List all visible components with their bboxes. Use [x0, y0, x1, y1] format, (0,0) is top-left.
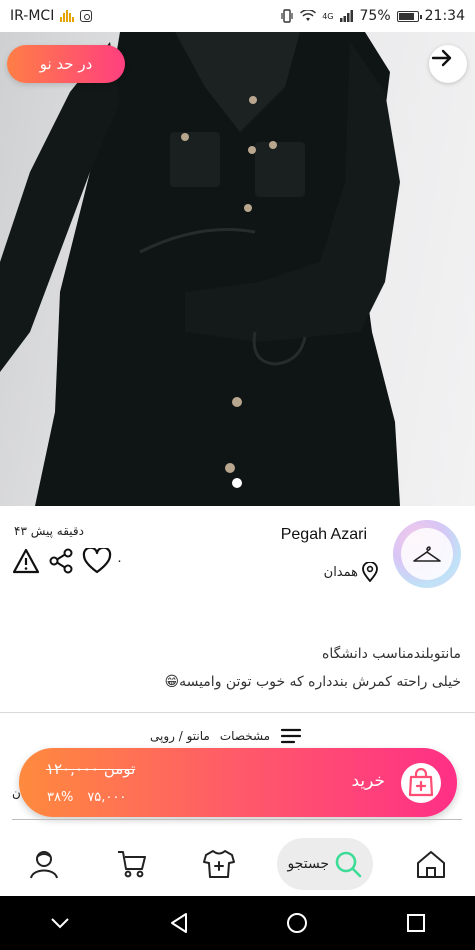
- price-row: ۳۸% ۷۵,۰۰۰: [47, 790, 126, 805]
- shopping-bag-icon: [408, 768, 434, 797]
- carrier-label: IR-MCI: [10, 8, 55, 24]
- action-row: ۰: [12, 548, 123, 574]
- specs-value: مانتو / روپی: [150, 729, 210, 743]
- discount-percent: ۳۸%: [47, 790, 74, 805]
- buy-button[interactable]: [401, 763, 441, 803]
- product-description: مانتوبلندمناسب دانشگاه خیلی راحته کمرش ب…: [164, 640, 461, 696]
- like-count: ۰: [116, 553, 123, 569]
- cart-icon: [117, 851, 146, 878]
- status-bar: IR-MCI 4G 75% 21:34: [0, 0, 475, 32]
- buy-button-label[interactable]: خرید: [351, 771, 385, 791]
- seller-name[interactable]: Pegah Azari: [281, 526, 367, 544]
- divider: [0, 712, 475, 713]
- wifi-icon: [300, 10, 317, 21]
- share-icon[interactable]: [48, 548, 74, 574]
- signal-icon: [339, 10, 353, 22]
- nav-add-item[interactable]: [189, 837, 249, 891]
- list-icon: [281, 728, 302, 744]
- posted-time: ۴۳ دقیقه پیش: [14, 524, 84, 538]
- coat-image: [0, 32, 400, 506]
- product-photo[interactable]: در حد نو: [0, 32, 475, 506]
- chevron-down-icon[interactable]: [48, 915, 72, 931]
- bottom-nav: جستجو: [0, 832, 475, 896]
- nav-cart[interactable]: [102, 837, 162, 891]
- condition-tag: در حد نو: [7, 45, 125, 83]
- seller-section: ۴۳ دقیقه پیش ۰ Pegah Azari همدان: [0, 506, 475, 602]
- podcast-icon: [60, 10, 75, 22]
- nav-search[interactable]: جستجو: [277, 838, 374, 890]
- search-icon: [335, 851, 362, 878]
- divider: [12, 819, 462, 820]
- home-circle-icon[interactable]: [285, 911, 309, 935]
- recents-icon[interactable]: [405, 912, 427, 934]
- carousel-indicator: [232, 478, 242, 488]
- nav-home[interactable]: [401, 837, 461, 891]
- clock: 21:34: [424, 8, 465, 24]
- vibrate-icon: [281, 9, 293, 23]
- location-pin-icon: [362, 562, 378, 582]
- network-type-label: 4G: [322, 11, 334, 21]
- specs-label: مشخصات: [219, 729, 271, 743]
- nav-profile[interactable]: [14, 837, 74, 891]
- system-nav-bar: [0, 896, 475, 950]
- buy-bar[interactable]: ۱۲۰,۰۰۰ تومن ۳۸% ۷۵,۰۰۰ خرید: [19, 748, 457, 817]
- arrow-right-icon: [431, 49, 452, 67]
- back-icon[interactable]: [168, 911, 190, 935]
- home-icon: [417, 851, 446, 878]
- instagram-icon: [80, 10, 93, 22]
- add-clothing-icon: [203, 850, 236, 878]
- next-image-button[interactable]: [429, 45, 467, 83]
- battery-icon: [396, 10, 422, 22]
- report-icon[interactable]: [12, 548, 40, 574]
- search-label: جستجو: [287, 856, 330, 872]
- description-title: مانتوبلندمناسب دانشگاه: [322, 646, 461, 662]
- old-price: ۱۲۰,۰۰۰ تومن: [46, 760, 136, 778]
- battery-percent: 75%: [359, 8, 391, 24]
- seller-avatar[interactable]: [393, 520, 461, 588]
- user-icon: [29, 851, 58, 879]
- specs-row[interactable]: مشخصات مانتو / روپی: [150, 728, 302, 744]
- heart-icon[interactable]: [82, 548, 112, 574]
- seller-location: همدان: [324, 562, 379, 582]
- hanger-icon: [413, 546, 441, 562]
- new-price: ۷۵,۰۰۰: [87, 790, 127, 805]
- description-body: خیلی راحته کمرش بندداره که خوب توتن وامی…: [164, 674, 461, 690]
- location-label: همدان: [323, 564, 358, 580]
